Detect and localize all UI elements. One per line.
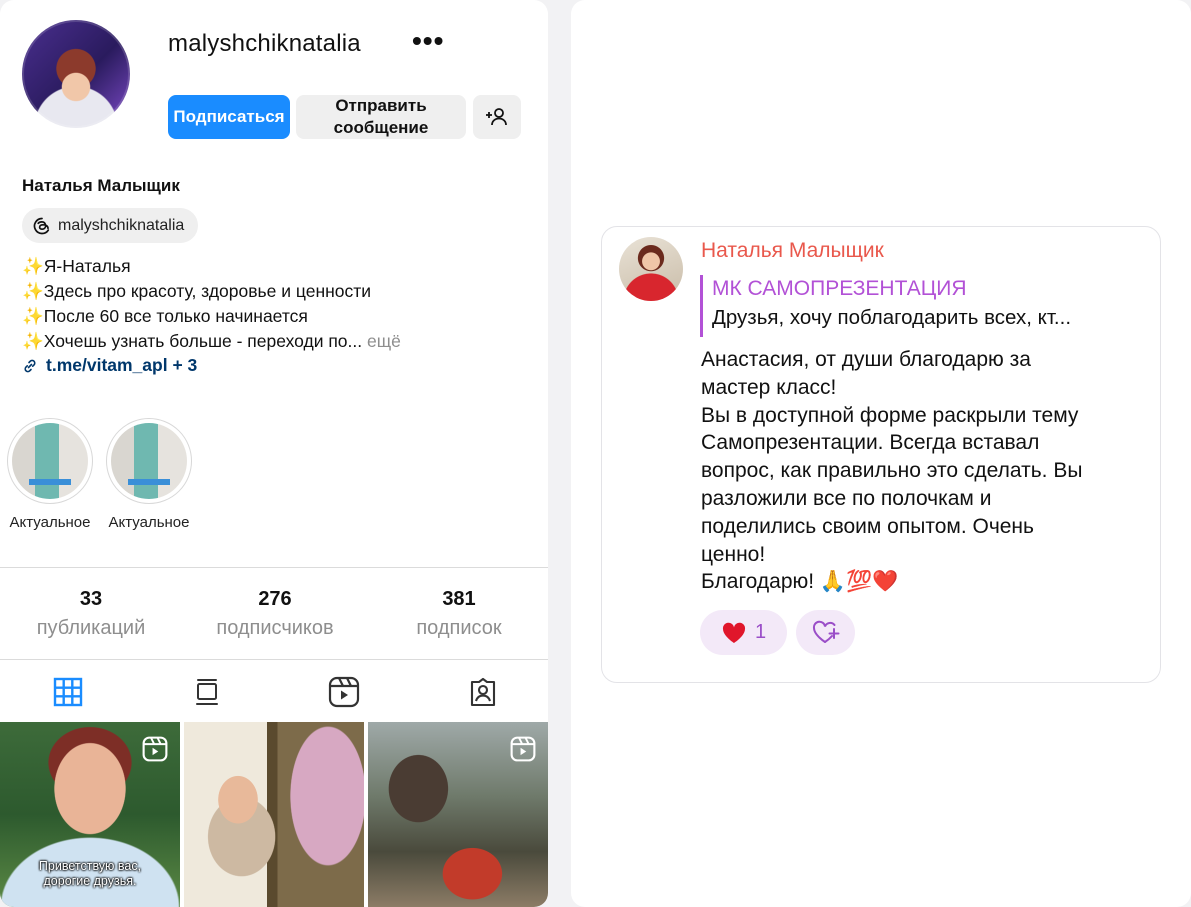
message-line: вопрос, как правильно это сделать. Вы [701,459,1083,483]
bio-line: ✨После 60 все только начинается [22,306,308,326]
message-line: ценно! [701,542,766,566]
post-caption: Приветствую вас, дорогие друзья. [38,859,142,888]
profile-username: malyshchiknatalia [168,30,361,57]
send-message-button[interactable]: Отправить сообщение [296,95,466,139]
add-person-icon [486,108,507,126]
stat-following[interactable]: 381 подписок [374,588,544,640]
threads-handle: malyshchiknatalia [58,216,185,234]
message-line: Анастасия, от души благодарю за [701,348,1031,371]
threads-icon [33,217,50,234]
story-highlight[interactable]: Актуальное [6,418,94,531]
bio-line: ✨Я-Наталья [22,256,131,276]
message-line: мастер класс! [701,375,837,399]
reel-badge-icon [142,736,168,762]
post-tile[interactable] [368,722,548,907]
sender-avatar[interactable] [619,237,683,301]
stat-posts[interactable]: 33 публикаций [6,588,176,640]
stat-value: 381 [442,588,476,610]
stat-value: 276 [258,588,292,610]
highlight-ring [106,418,192,504]
add-reaction-button[interactable] [796,610,855,655]
message-line: разложили все по полочкам и [701,486,992,510]
divider [0,659,548,660]
profile-avatar[interactable] [22,20,130,128]
feed-icon [196,679,218,705]
tagged-icon [470,677,496,707]
reaction-count: 1 [754,621,767,643]
heart-plus-icon [812,620,839,643]
post-tile[interactable]: Приветствую вас, дорогие друзья. [0,722,180,907]
tab-reels[interactable] [324,672,364,712]
heart-icon [722,622,745,643]
highlight-ring [7,418,93,504]
highlight-cover [12,423,88,499]
highlight-cover [111,423,187,499]
profile-external-link[interactable]: t.me/vitam_apl + 3 [22,355,197,376]
stat-label: подписчиков [216,617,334,639]
stat-label: подписок [416,617,502,639]
message-line: Вы в доступной форме раскрыли тему [701,403,1079,427]
sender-name[interactable]: Наталья Малыщик [701,239,884,263]
profile-bio: ✨Я-Наталья ✨Здесь про красоту, здоровье … [22,254,522,354]
more-options-icon[interactable]: ••• [412,26,444,56]
divider [0,567,548,568]
follow-button[interactable]: Подписаться [168,95,290,139]
stat-label: публикаций [36,617,146,639]
highlight-label: Актуальное [9,514,91,531]
reels-icon [328,676,360,708]
link-icon [24,359,36,372]
profile-link-text: t.me/vitam_apl + 3 [46,355,198,375]
message-line: поделились своим опытом. Очень [701,514,1034,538]
bio-more-link[interactable]: ещё [367,331,401,351]
message-body: Анастасия, от души благодарю за мастер к… [701,346,1151,596]
story-highlight[interactable]: Актуальное [105,418,193,531]
post-tile[interactable] [184,722,364,907]
heart-reaction[interactable]: 1 [700,610,787,655]
profile-display-name: Наталья Малыщик [22,176,180,195]
message-line: Самопрезентации. Всегда вставал [701,431,1040,455]
bio-line: ✨Здесь про красоту, здоровье и ценности [22,281,372,301]
reply-quote-text: Друзья, хочу поблагодарить всех, кт... [712,306,1072,329]
stat-followers[interactable]: 276 подписчиков [190,588,360,640]
tab-feed[interactable] [187,672,227,712]
stat-value: 33 [79,588,103,610]
tab-grid[interactable] [48,672,88,712]
grid-icon [53,677,83,707]
highlight-label: Актуальное [108,514,190,531]
reel-badge-icon [510,736,536,762]
bio-line: ✨Хочешь узнать больше - переходи по... е… [22,329,522,354]
instagram-profile-panel: malyshchiknatalia ••• Подписаться Отправ… [0,0,548,907]
bio-line-text: ✨Хочешь узнать больше - переходи по... [22,331,363,351]
threads-badge[interactable]: malyshchiknatalia [22,208,199,243]
suggest-user-button[interactable] [473,95,521,139]
reply-quote-title: МК САМОПРЕЗЕНТАЦИЯ [712,277,967,300]
tab-tagged[interactable] [463,672,503,712]
reply-quote[interactable]: МК САМОПРЕЗЕНТАЦИЯ Друзья, хочу поблагод… [700,275,1140,337]
message-line: Благодарю! 🙏💯❤️ [701,570,899,594]
